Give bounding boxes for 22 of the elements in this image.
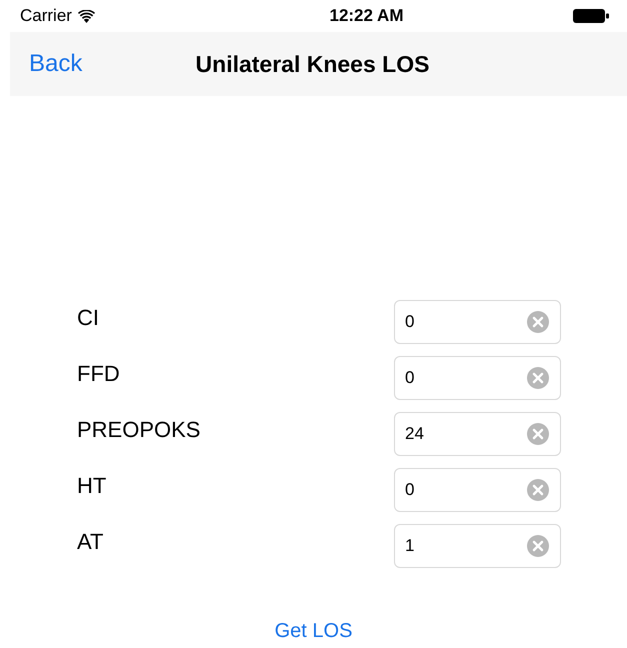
input-field[interactable]: 24 [394,412,561,456]
battery-icon [572,9,609,23]
input-field[interactable]: 0 [394,468,561,512]
back-button[interactable]: Back [29,50,82,78]
clear-icon[interactable] [527,367,549,389]
input-field[interactable]: 0 [394,356,561,400]
clear-icon[interactable] [527,535,549,557]
input-field[interactable]: 0 [394,300,561,344]
field-label: FFD [77,361,120,387]
field-label: CI [77,305,99,331]
clear-icon[interactable] [527,479,549,501]
clear-icon[interactable] [527,423,549,445]
get-los-button[interactable]: Get LOS [274,620,352,643]
nav-title: Unilateral Knees LOS [196,50,430,78]
field-label: AT [77,529,104,555]
input-field[interactable]: 1 [394,524,561,568]
clear-icon[interactable] [527,311,549,333]
carrier-name: Carrier [20,6,72,26]
field-label: PREOPOKS [77,417,200,443]
status-time: 12:22 AM [329,6,404,26]
field-label: HT [77,473,106,499]
wifi-icon [78,10,95,22]
